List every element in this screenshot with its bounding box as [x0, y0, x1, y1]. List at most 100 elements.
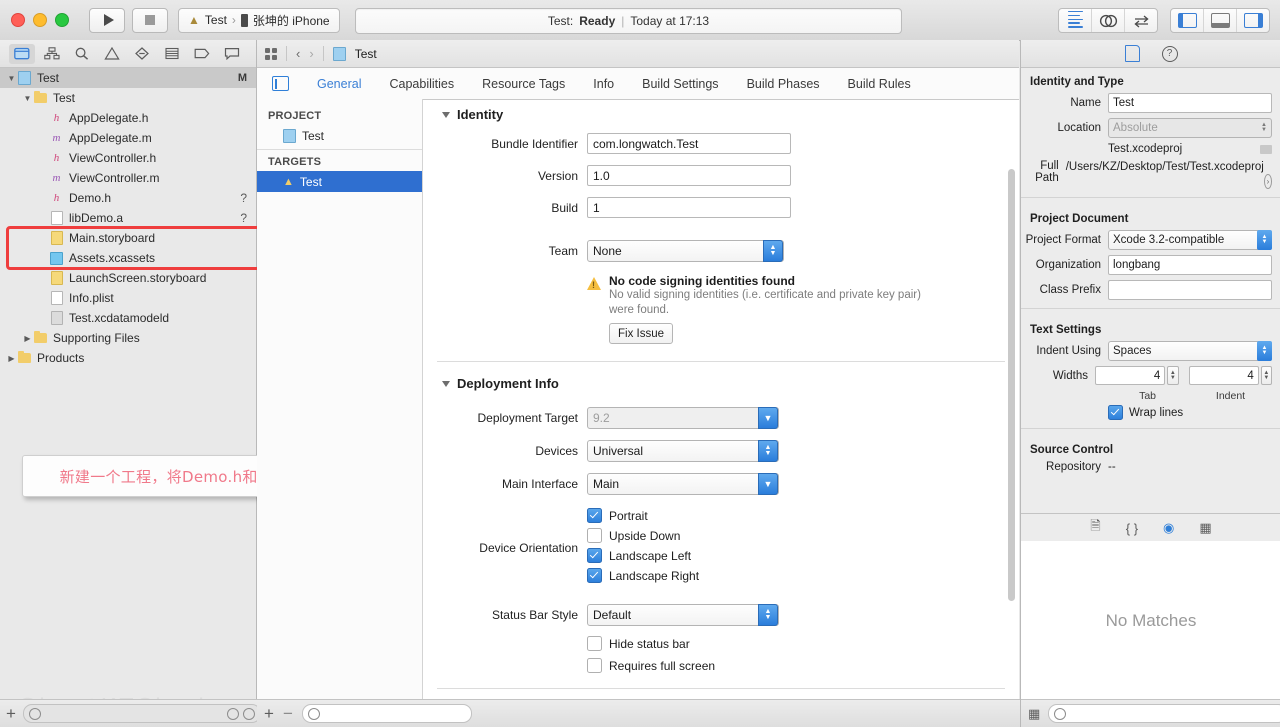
toggle-navigator-button[interactable] — [1171, 9, 1204, 32]
class-prefix-input[interactable] — [1108, 280, 1272, 300]
tab-general[interactable]: General — [303, 77, 375, 91]
disclosure-icon[interactable]: ▶ — [22, 334, 33, 343]
choose-folder-icon[interactable] — [1260, 144, 1272, 154]
zoom-window-button[interactable] — [55, 13, 69, 27]
tab-build-phases[interactable]: Build Phases — [733, 77, 834, 91]
forward-button[interactable]: › — [309, 46, 313, 61]
navigator-row-launchscreen-storyboard[interactable]: LaunchScreen.storyboard — [0, 268, 256, 288]
deployment-section-header[interactable]: Deployment Info — [423, 376, 1019, 391]
tab-width-input[interactable]: 4 — [1094, 366, 1166, 385]
reveal-in-finder-icon[interactable]: › — [1263, 174, 1272, 189]
file-inspector-icon[interactable] — [1124, 45, 1140, 62]
standard-editor-button[interactable] — [1059, 9, 1092, 32]
orientation-row-landscape-right[interactable]: Landscape Right — [587, 568, 699, 583]
navigator-row-viewcontroller-h[interactable]: h ViewController.h — [0, 148, 256, 168]
toggle-debug-area-button[interactable] — [1204, 9, 1237, 32]
tab-resource-tags[interactable]: Resource Tags — [468, 77, 579, 91]
wrap-lines-checkbox[interactable] — [1108, 405, 1123, 420]
tab-width-stepper[interactable]: ▲ ▼ — [1167, 366, 1179, 385]
navigator-row-assets-xcassets[interactable]: Assets.xcassets — [0, 248, 256, 268]
tab-capabilities[interactable]: Capabilities — [375, 77, 468, 91]
version-editor-button[interactable] — [1125, 9, 1157, 32]
debug-navigator-icon[interactable] — [159, 44, 185, 64]
navigator-row-demo-h[interactable]: h Demo.h? — [0, 188, 256, 208]
add-target-button[interactable]: + — [264, 705, 274, 722]
quick-help-icon[interactable]: ? — [1161, 45, 1178, 62]
breakpoint-navigator-icon[interactable] — [189, 44, 215, 64]
navigator-row-test[interactable]: ▼ Test — [0, 88, 256, 108]
project-navigator-icon[interactable] — [9, 43, 35, 64]
requires-full-screen-row[interactable]: Requires full screen — [423, 658, 1019, 673]
tab-build-rules[interactable]: Build Rules — [834, 77, 925, 91]
inspector-location-popup[interactable]: Absolute ▲ ▼ — [1108, 118, 1272, 138]
stop-button[interactable] — [132, 7, 168, 33]
navigator-filter-field[interactable] — [22, 704, 261, 723]
team-popup-button[interactable]: None ▲ ▼ — [587, 240, 784, 262]
project-format-popup[interactable]: Xcode 3.2-compatible ▲ ▼ — [1108, 230, 1272, 250]
issue-navigator-icon[interactable] — [99, 44, 125, 64]
library-filter-field[interactable] — [1048, 704, 1280, 723]
deployment-target-popup[interactable]: 9.2 ▼ — [587, 407, 779, 429]
tab-info[interactable]: Info — [579, 77, 628, 91]
indent-using-popup[interactable]: Spaces ▲ ▼ — [1108, 341, 1272, 361]
object-library-icon[interactable]: ◉ — [1163, 520, 1174, 536]
requires-full-screen-checkbox[interactable] — [587, 658, 602, 673]
recent-files-filter-icon[interactable] — [227, 707, 239, 720]
hide-status-bar-row[interactable]: Hide status bar — [423, 636, 1019, 651]
indent-width-stepper[interactable]: ▲ ▼ — [1260, 366, 1273, 385]
navigator-row-appdelegate-m[interactable]: m AppDelegate.m — [0, 128, 256, 148]
source-control-filter-icon[interactable] — [243, 707, 255, 720]
report-navigator-icon[interactable] — [219, 44, 245, 64]
tab-build-settings[interactable]: Build Settings — [628, 77, 732, 91]
status-bar-style-popup[interactable]: Default ▲ ▼ — [587, 604, 779, 626]
related-items-icon[interactable] — [265, 47, 277, 60]
navigator-row-appdelegate-h[interactable]: h AppDelegate.h — [0, 108, 256, 128]
navigator-row-viewcontroller-m[interactable]: m ViewController.m — [0, 168, 256, 188]
close-window-button[interactable] — [11, 13, 25, 27]
navigator-row-test-xcdatamodeld[interactable]: Test.xcdatamodeld — [0, 308, 256, 328]
orientation-checkbox[interactable] — [587, 548, 602, 563]
indent-width-input[interactable]: 4 — [1188, 366, 1259, 385]
disclosure-triangle-icon-2[interactable] — [442, 380, 450, 387]
assistant-editor-button[interactable] — [1092, 9, 1125, 32]
navigator-row-supporting-files[interactable]: ▶ Supporting Files — [0, 328, 256, 348]
breadcrumb-project[interactable]: Test — [355, 47, 377, 61]
run-button[interactable] — [89, 7, 125, 33]
orientation-row-portrait[interactable]: Portrait — [587, 508, 699, 523]
back-button[interactable]: ‹ — [296, 46, 300, 61]
identity-section-header[interactable]: Identity — [423, 107, 1019, 122]
remove-target-button[interactable]: − — [283, 705, 293, 722]
navigator-row-products[interactable]: ▶ Products — [0, 348, 256, 368]
scheme-selector[interactable]: ▲ Test › 张坤的 iPhone — [178, 7, 340, 33]
project-list-item[interactable]: Test — [257, 125, 422, 146]
fix-issue-button[interactable]: Fix Issue — [609, 323, 673, 344]
version-input[interactable]: 1.0 — [587, 165, 791, 186]
orientation-row-upside-down[interactable]: Upside Down — [587, 528, 699, 543]
disclosure-icon[interactable]: ▶ — [6, 354, 17, 363]
minimize-window-button[interactable] — [33, 13, 47, 27]
file-template-library-icon[interactable]: 🗎 — [1090, 517, 1100, 539]
organization-input[interactable]: longbang — [1108, 255, 1272, 275]
media-library-icon[interactable]: ▦ — [1199, 520, 1211, 536]
orientation-row-landscape-left[interactable]: Landscape Left — [587, 548, 699, 563]
project-navigator-tree[interactable]: ▼ Test M ▼ Test h AppDelegate.h m AppDelegate.m h… — [0, 68, 256, 691]
general-settings-pane[interactable]: Identity Bundle Identifier com.longwatch… — [423, 99, 1019, 700]
library-grid-view-icon[interactable]: ▦ — [1028, 706, 1040, 722]
hide-status-bar-checkbox[interactable] — [587, 636, 602, 651]
find-navigator-icon[interactable] — [69, 44, 95, 64]
orientation-checkbox[interactable] — [587, 528, 602, 543]
navigator-row-main-storyboard[interactable]: Main.storyboard — [0, 228, 256, 248]
editor-vertical-scrollbar[interactable] — [1008, 169, 1015, 601]
orientation-checkbox[interactable] — [587, 508, 602, 523]
navigator-row-test[interactable]: ▼ Test M — [0, 68, 256, 88]
test-navigator-icon[interactable] — [129, 44, 155, 64]
bundle-identifier-input[interactable]: com.longwatch.Test — [587, 133, 791, 154]
main-interface-popup[interactable]: Main ▼ — [587, 473, 779, 495]
symbol-navigator-icon[interactable] — [39, 44, 65, 64]
disclosure-triangle-icon[interactable] — [442, 111, 450, 118]
devices-popup[interactable]: Universal ▲ ▼ — [587, 440, 779, 462]
disclosure-icon[interactable]: ▼ — [6, 74, 17, 83]
add-file-button[interactable]: + — [6, 705, 16, 722]
build-input[interactable]: 1 — [587, 197, 791, 218]
toggle-utilities-button[interactable] — [1237, 9, 1269, 32]
